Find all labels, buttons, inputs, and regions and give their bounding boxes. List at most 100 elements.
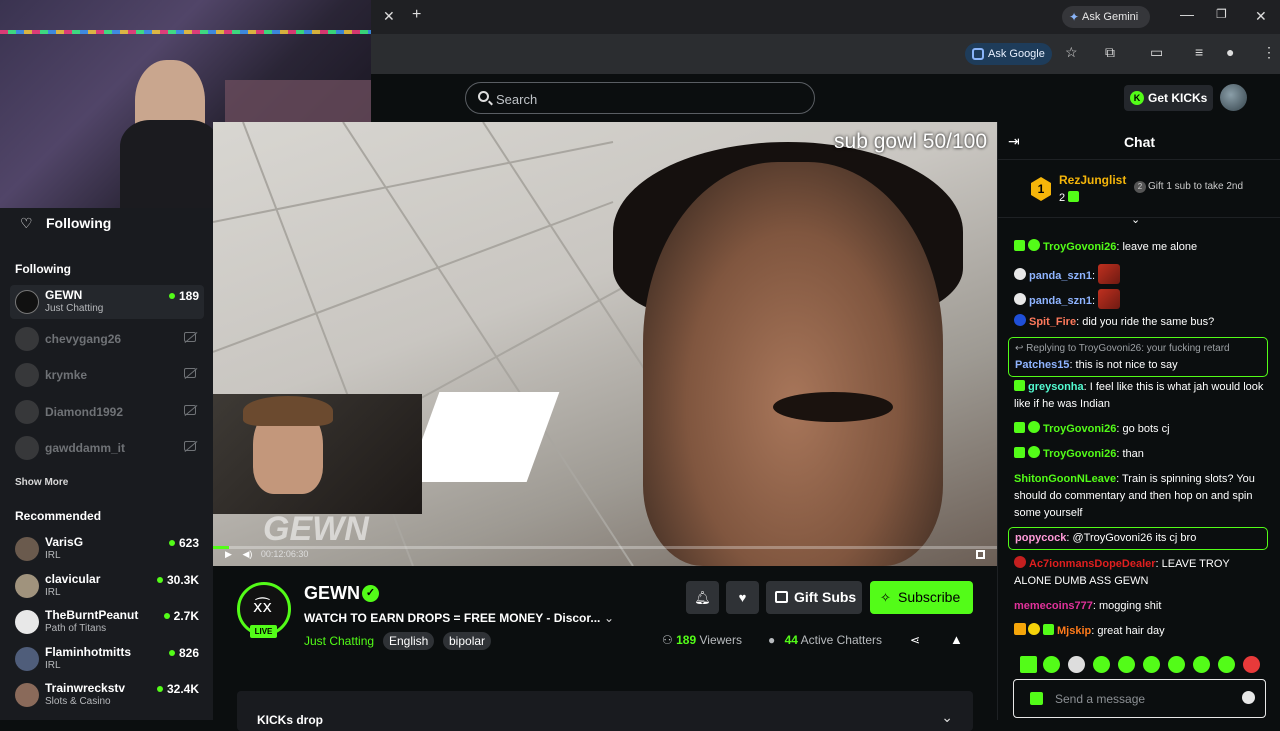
chat-username[interactable]: popycock bbox=[1015, 532, 1066, 544]
avatar bbox=[15, 537, 39, 561]
sidebar-item-varisg[interactable]: VarisG IRL 623 bbox=[10, 532, 204, 566]
emote-icon[interactable] bbox=[1043, 656, 1060, 673]
sidebar-item-clavicular[interactable]: clavicular IRL 30.3K bbox=[10, 569, 204, 603]
fullscreen-icon[interactable] bbox=[976, 550, 985, 559]
menu-dots-icon[interactable]: ⋮ bbox=[1262, 44, 1276, 61]
chevron-down-icon[interactable]: ⌄ bbox=[604, 611, 614, 625]
emote-icon[interactable] bbox=[1068, 656, 1085, 673]
pinned-count: 2 bbox=[1059, 191, 1082, 204]
channel-name: gawddamm_it bbox=[45, 441, 126, 455]
chat-username[interactable]: panda_szn1 bbox=[1029, 295, 1092, 307]
pinned-user[interactable]: RezJunglist bbox=[1059, 173, 1126, 187]
extensions-icon[interactable]: ⧉ bbox=[1105, 44, 1115, 61]
maximize-icon[interactable]: ❐ bbox=[1216, 7, 1227, 21]
search-bar[interactable] bbox=[465, 82, 815, 114]
get-kicks-button[interactable]: K Get KICKs bbox=[1124, 85, 1213, 111]
ask-gemini-button[interactable]: ✦ Ask Gemini bbox=[1062, 6, 1150, 28]
expand-leaderboard-icon[interactable]: ⌄ bbox=[1131, 213, 1140, 226]
search-icon bbox=[478, 91, 489, 102]
media-icon[interactable]: ≡ bbox=[1195, 44, 1203, 60]
emote-icon[interactable] bbox=[1118, 656, 1135, 673]
user-avatar[interactable] bbox=[1220, 84, 1247, 111]
sub-badge-icon bbox=[1014, 422, 1025, 433]
chat-username[interactable]: TroyGovoni26 bbox=[1043, 448, 1116, 460]
pinned-message: 2 Gift 1 sub to take 2nd bbox=[1134, 181, 1243, 193]
volume-icon[interactable]: ◀) bbox=[242, 549, 252, 559]
sidebar: ♡ Following Following GEWN Just Chatting… bbox=[0, 208, 213, 720]
sidebar-item-gewn[interactable]: GEWN Just Chatting 189 bbox=[10, 285, 204, 319]
sub-goal-overlay: sub gowl 50/100 bbox=[834, 130, 987, 153]
chat-input-box[interactable] bbox=[1013, 679, 1266, 718]
close-tab-icon[interactable]: ✕ bbox=[383, 8, 395, 25]
sub-badge-icon bbox=[1014, 240, 1025, 251]
reply-text: Replying to TroyGovoni26: your fucking r… bbox=[1026, 343, 1230, 354]
gift-icon[interactable] bbox=[1030, 692, 1043, 705]
sidebar-item-trainwreckstv[interactable]: Trainwreckstv Slots & Casino 32.4K bbox=[10, 678, 204, 712]
viewer-count: 32.4K bbox=[157, 682, 199, 696]
following-heading[interactable]: Following bbox=[46, 215, 111, 231]
ask-gemini-label: Ask Gemini bbox=[1082, 11, 1139, 23]
emoji-picker-icon[interactable] bbox=[1242, 691, 1255, 704]
chat-username[interactable]: panda_szn1 bbox=[1029, 270, 1092, 282]
report-warning-icon[interactable]: ▲ bbox=[950, 632, 963, 647]
sidebar-item-chevygang26[interactable]: chevygang26 bbox=[10, 322, 204, 356]
drops-panel[interactable]: KICKs drop ⌄ bbox=[237, 691, 973, 731]
follow-heart-button[interactable]: ♥ bbox=[726, 581, 759, 614]
chat-username[interactable]: Ac7ionmansDopeDealer bbox=[1029, 558, 1156, 570]
chat-username[interactable]: TroyGovoni26 bbox=[1043, 423, 1116, 435]
emote-icon[interactable] bbox=[1243, 656, 1260, 673]
window-close-icon[interactable]: ✕ bbox=[1255, 8, 1267, 25]
profile-icon[interactable]: ● bbox=[1226, 44, 1234, 60]
chat-text: mogging shit bbox=[1095, 600, 1162, 612]
emote-icon[interactable] bbox=[1193, 656, 1210, 673]
chat-input[interactable] bbox=[1055, 691, 1235, 707]
channel-category: IRL bbox=[45, 660, 61, 671]
channel-name: TheBurntPeanut bbox=[45, 608, 139, 622]
viewer-count: 189 bbox=[169, 289, 199, 303]
sidebar-item-gawddamm-it[interactable]: gawddamm_it bbox=[10, 431, 204, 465]
chat-username[interactable]: TroyGovoni26 bbox=[1043, 241, 1116, 253]
bookmark-star-icon[interactable]: ☆ bbox=[1065, 44, 1078, 61]
chat-username[interactable]: Patches15 bbox=[1015, 359, 1069, 371]
minimize-icon[interactable]: — bbox=[1180, 6, 1194, 22]
avatar bbox=[15, 574, 39, 598]
sidebar-item-flaminhotmitts[interactable]: Flaminhotmitts IRL 826 bbox=[10, 642, 204, 676]
chevron-down-icon[interactable]: ⌄ bbox=[941, 709, 953, 726]
sidepanel-icon[interactable]: ▭ bbox=[1150, 44, 1163, 61]
sidebar-item-krymke[interactable]: krymke bbox=[10, 358, 204, 392]
emote-icon[interactable] bbox=[1218, 656, 1235, 673]
subscribe-button[interactable]: ✧ Subscribe bbox=[870, 581, 973, 614]
viewers-icon: ⚇ bbox=[662, 633, 673, 647]
emote-icon[interactable] bbox=[1143, 656, 1160, 673]
sidebar-item-theburntpeanut[interactable]: TheBurntPeanut Path of Titans 2.7K bbox=[10, 605, 204, 639]
emote-icon[interactable] bbox=[1168, 656, 1185, 673]
search-input[interactable] bbox=[496, 90, 796, 108]
sidebar-item-diamond1992[interactable]: Diamond1992 bbox=[10, 395, 204, 429]
chat-message: TroyGovoni26: leave me alone bbox=[1014, 239, 1269, 256]
video-progress-bar[interactable] bbox=[213, 546, 997, 549]
chat-username[interactable]: Spit_Fire bbox=[1029, 316, 1076, 328]
chatters-count: 44 bbox=[784, 633, 798, 647]
video-player[interactable]: sub gowl 50/100 GEWN ▶ ◀) 00:12:06:30 bbox=[213, 122, 997, 566]
chat-username[interactable]: memecoins777 bbox=[1014, 600, 1093, 612]
play-icon[interactable]: ▶ bbox=[225, 549, 232, 559]
emote-icon[interactable] bbox=[1020, 656, 1037, 673]
tag-english[interactable]: English bbox=[383, 632, 435, 650]
emote-icon[interactable] bbox=[1093, 656, 1110, 673]
chat-username[interactable]: Mjskip bbox=[1057, 625, 1091, 637]
notification-bell-button[interactable]: 🔔︎ bbox=[686, 581, 719, 614]
category-link[interactable]: Just Chatting bbox=[304, 634, 374, 648]
new-tab-icon[interactable]: + bbox=[412, 6, 421, 24]
chat-text: this is not nice to say bbox=[1072, 359, 1178, 371]
chat-username[interactable]: ShitonGoonNLeave bbox=[1014, 473, 1116, 485]
chat-text: leave me alone bbox=[1119, 241, 1198, 253]
ask-google-button[interactable]: Ask Google bbox=[965, 43, 1052, 65]
gift-subs-button[interactable]: Gift Subs bbox=[766, 581, 862, 614]
tag-bipolar[interactable]: bipolar bbox=[443, 632, 492, 650]
chat-username[interactable]: greysonha bbox=[1028, 381, 1084, 393]
share-icon[interactable]: ⋖ bbox=[910, 633, 920, 647]
channel-name[interactable]: GEWN bbox=[304, 583, 360, 604]
viewer-count: 2.7K bbox=[164, 609, 199, 623]
avatar bbox=[15, 400, 39, 424]
show-more-link[interactable]: Show More bbox=[15, 477, 68, 488]
